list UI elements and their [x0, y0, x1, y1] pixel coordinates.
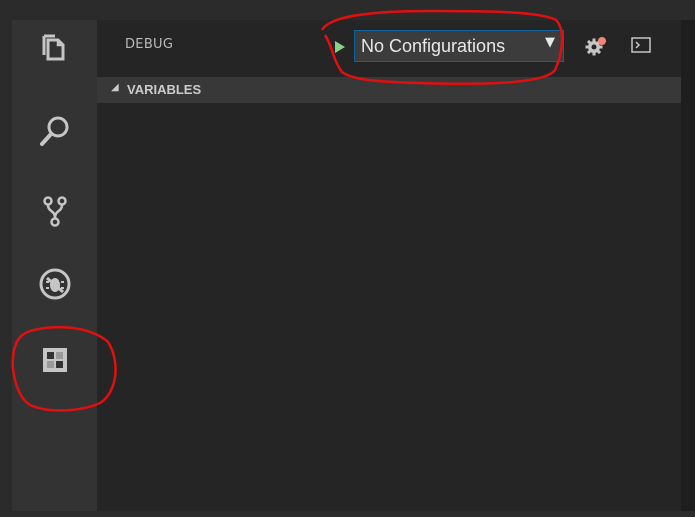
open-launch-json-button[interactable] [585, 35, 607, 57]
configuration-select[interactable]: No Configurations ▼ [354, 30, 564, 62]
debug-toolbar: DEBUG No Configurations ▼ [97, 20, 681, 72]
configuration-value: No Configurations [361, 36, 506, 56]
start-debugging-button[interactable] [334, 39, 346, 53]
extensions-icon[interactable] [37, 342, 73, 378]
console-icon [631, 37, 651, 53]
debug-sidebar: DEBUG No Configurations ▼ ◢ VARIABLES [97, 20, 681, 511]
debug-icon[interactable] [37, 266, 73, 302]
debug-console-button[interactable] [631, 37, 651, 53]
editor-edge [681, 20, 695, 511]
search-icon[interactable] [37, 113, 73, 149]
gear-icon [585, 37, 606, 56]
debug-title: DEBUG [125, 37, 174, 52]
variables-title: VARIABLES [127, 82, 202, 97]
play-icon [335, 41, 345, 53]
window-border-top [12, 0, 695, 20]
chevron-down-icon: ▼ [545, 35, 555, 50]
activity-bar [12, 20, 97, 511]
variables-section-header[interactable]: ◢ VARIABLES [97, 77, 681, 103]
collapse-caret-icon: ◢ [111, 82, 119, 93]
window-border-left [0, 0, 12, 517]
explorer-icon[interactable] [37, 31, 73, 67]
window-border-bottom [12, 511, 695, 517]
source-control-icon[interactable] [37, 193, 73, 229]
